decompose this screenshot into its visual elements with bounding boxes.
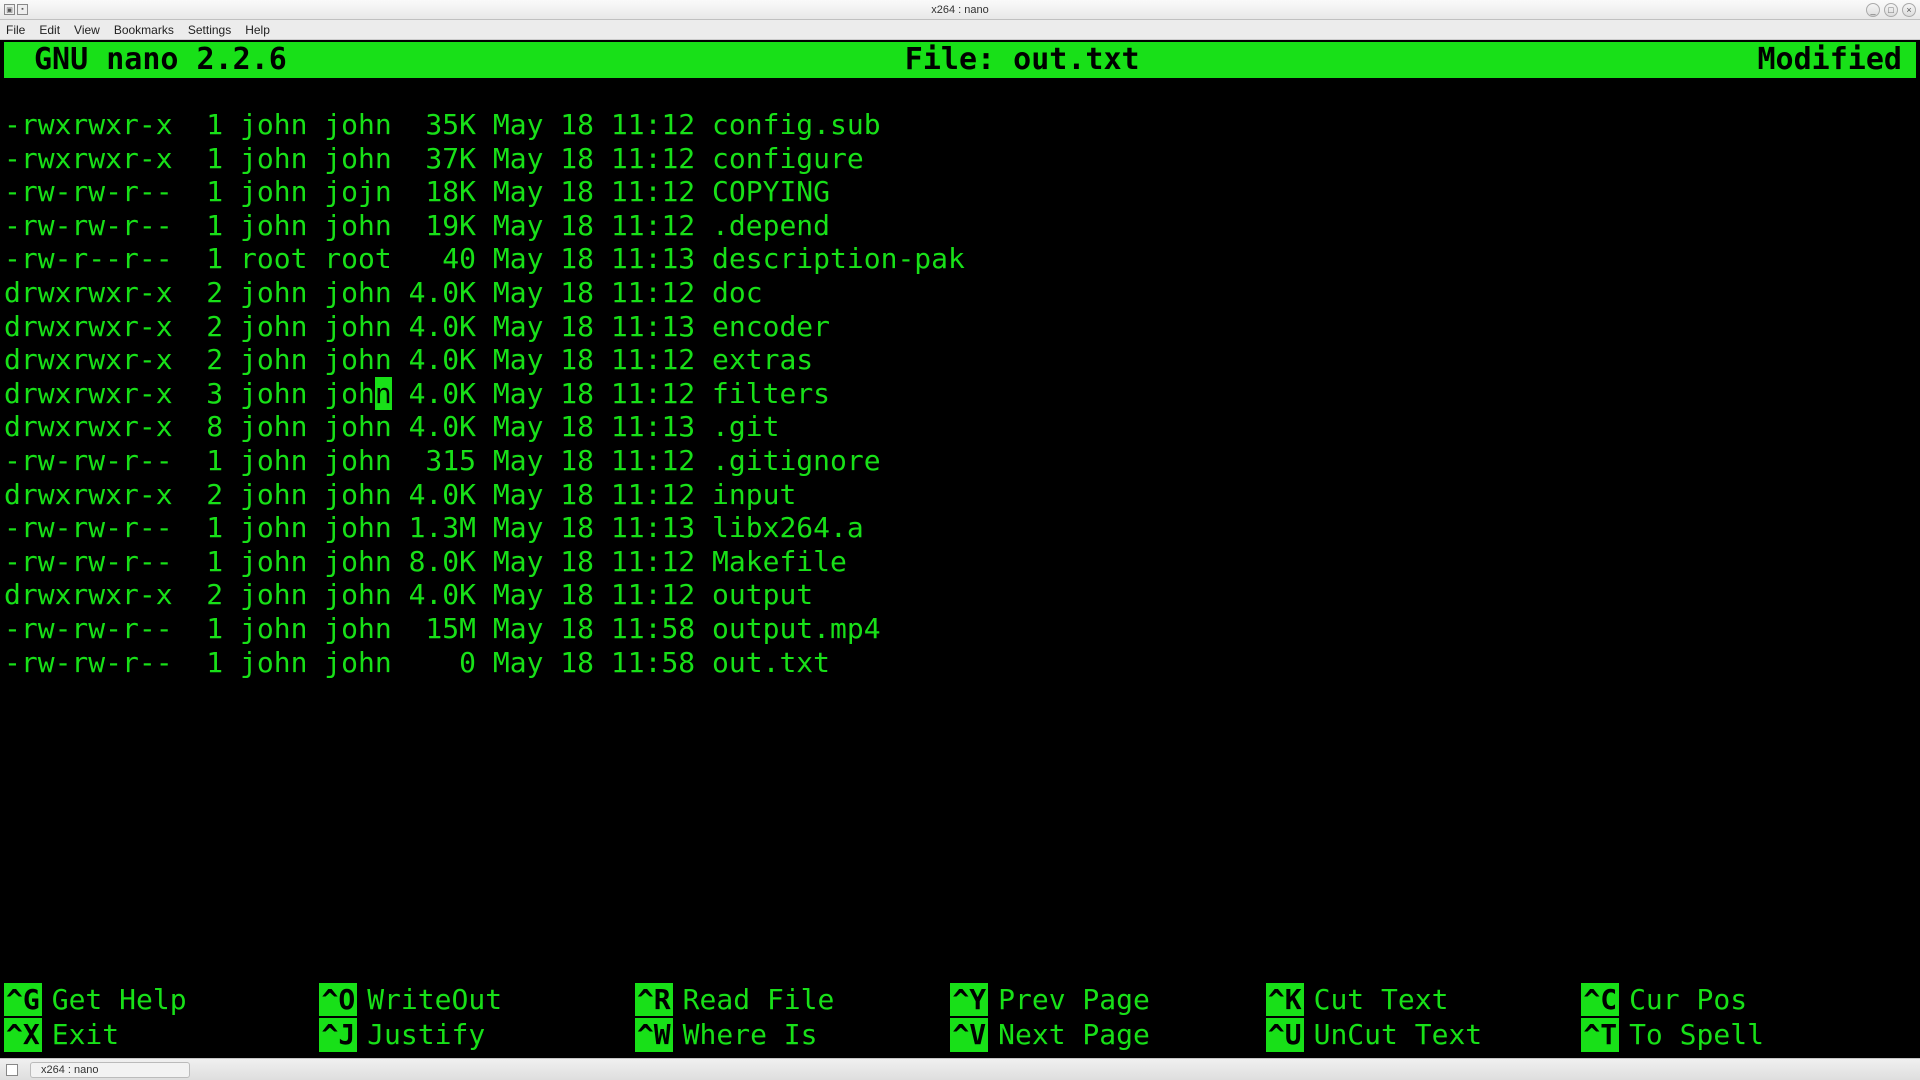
desktop-taskbar: x264 : nano (0, 1058, 1920, 1080)
shortcut-key[interactable]: ^J (319, 1018, 357, 1052)
shortcut-key[interactable]: ^R (635, 983, 673, 1017)
file-line: -rw-rw-r-- 1 john john 15M May 18 11:58 … (4, 612, 1916, 646)
shortcut-label: Next Page (998, 1018, 1150, 1052)
shortcut-label: Get Help (52, 983, 187, 1017)
file-line: -rw-rw-r-- 1 john john 8.0K May 18 11:12… (4, 545, 1916, 579)
file-line: -rw-r--r-- 1 root root 40 May 18 11:13 d… (4, 242, 1916, 276)
app-icon-secondary: ▪ (17, 4, 28, 15)
file-line: drwxrwxr-x 2 john john 4.0K May 18 11:13… (4, 310, 1916, 344)
shortcut-key[interactable]: ^K (1266, 983, 1304, 1017)
shortcut-key[interactable]: ^G (4, 983, 42, 1017)
minimize-button[interactable]: _ (1866, 3, 1880, 17)
file-content[interactable]: -rwxrwxr-x 1 john john 35K May 18 11:12 … (4, 108, 1916, 679)
maximize-button[interactable]: □ (1884, 3, 1898, 17)
window-title: x264 : nano (0, 4, 1920, 16)
file-line: -rw-rw-r-- 1 john jojn 18K May 18 11:12 … (4, 175, 1916, 209)
shortcut-label: Exit (52, 1018, 119, 1052)
menu-file[interactable]: File (6, 23, 25, 37)
file-line: drwxrwxr-x 2 john john 4.0K May 18 11:12… (4, 478, 1916, 512)
close-button[interactable]: × (1902, 3, 1916, 17)
file-line: -rw-rw-r-- 1 john john 315 May 18 11:12 … (4, 444, 1916, 478)
app-icon: ▣ (4, 4, 15, 15)
shortcut-label: WriteOut (367, 983, 502, 1017)
nano-app-title: GNU nano 2.2.6 (8, 42, 287, 78)
shortcut-key[interactable]: ^U (1266, 1018, 1304, 1052)
shortcut-key[interactable]: ^X (4, 1018, 42, 1052)
shortcut-key[interactable]: ^Y (950, 983, 988, 1017)
menubar: File Edit View Bookmarks Settings Help (0, 20, 1920, 40)
shortcut-key[interactable]: ^W (635, 1018, 673, 1052)
window-icon-group: ▣ ▪ (0, 4, 28, 15)
shortcut-key[interactable]: ^V (950, 1018, 988, 1052)
tray-icon[interactable] (6, 1064, 18, 1076)
nano-titlebar: GNU nano 2.2.6 File: out.txt Modified (4, 42, 1916, 78)
file-line: drwxrwxr-x 8 john john 4.0K May 18 11:13… (4, 410, 1916, 444)
nano-file-label: File: out.txt (287, 42, 1758, 78)
menu-edit[interactable]: Edit (39, 23, 60, 37)
shortcut-label: Where Is (683, 1018, 818, 1052)
file-line: -rw-rw-r-- 1 john john 1.3M May 18 11:13… (4, 511, 1916, 545)
shortcut-key[interactable]: ^C (1581, 983, 1619, 1017)
shortcut-label: UnCut Text (1314, 1018, 1483, 1052)
menu-help[interactable]: Help (245, 23, 270, 37)
shortcut-label: Justify (367, 1018, 485, 1052)
shortcut-label: To Spell (1629, 1018, 1764, 1052)
menu-bookmarks[interactable]: Bookmarks (114, 23, 174, 37)
file-line: drwxrwxr-x 2 john john 4.0K May 18 11:12… (4, 578, 1916, 612)
nano-modified-flag: Modified (1758, 42, 1913, 78)
shortcut-label: Prev Page (998, 983, 1150, 1017)
terminal[interactable]: GNU nano 2.2.6 File: out.txt Modified -r… (0, 40, 1920, 1058)
menu-settings[interactable]: Settings (188, 23, 231, 37)
shortcut-key[interactable]: ^O (319, 983, 357, 1017)
file-line: drwxrwxr-x 2 john john 4.0K May 18 11:12… (4, 276, 1916, 310)
shortcut-key[interactable]: ^T (1581, 1018, 1619, 1052)
file-line: drwxrwxr-x 3 john john 4.0K May 18 11:12… (4, 377, 1916, 411)
file-line: -rw-rw-r-- 1 john john 19K May 18 11:12 … (4, 209, 1916, 243)
taskbar-item-nano[interactable]: x264 : nano (30, 1062, 190, 1078)
file-line: drwxrwxr-x 2 john john 4.0K May 18 11:12… (4, 343, 1916, 377)
window-titlebar: ▣ ▪ x264 : nano _ □ × (0, 0, 1920, 20)
nano-shortcut-bar: ^G Get Help ^X Exit ^O WriteOut ^J Justify ^… (4, 983, 1916, 1052)
menu-view[interactable]: View (74, 23, 100, 37)
shortcut-label: Read File (683, 983, 835, 1017)
file-line: -rwxrwxr-x 1 john john 35K May 18 11:12 … (4, 108, 1916, 142)
shortcut-label: Cur Pos (1629, 983, 1747, 1017)
shortcut-label: Cut Text (1314, 983, 1449, 1017)
file-line: -rw-rw-r-- 1 john john 0 May 18 11:58 ou… (4, 646, 1916, 680)
file-line: -rwxrwxr-x 1 john john 37K May 18 11:12 … (4, 142, 1916, 176)
text-cursor: n (375, 377, 392, 410)
